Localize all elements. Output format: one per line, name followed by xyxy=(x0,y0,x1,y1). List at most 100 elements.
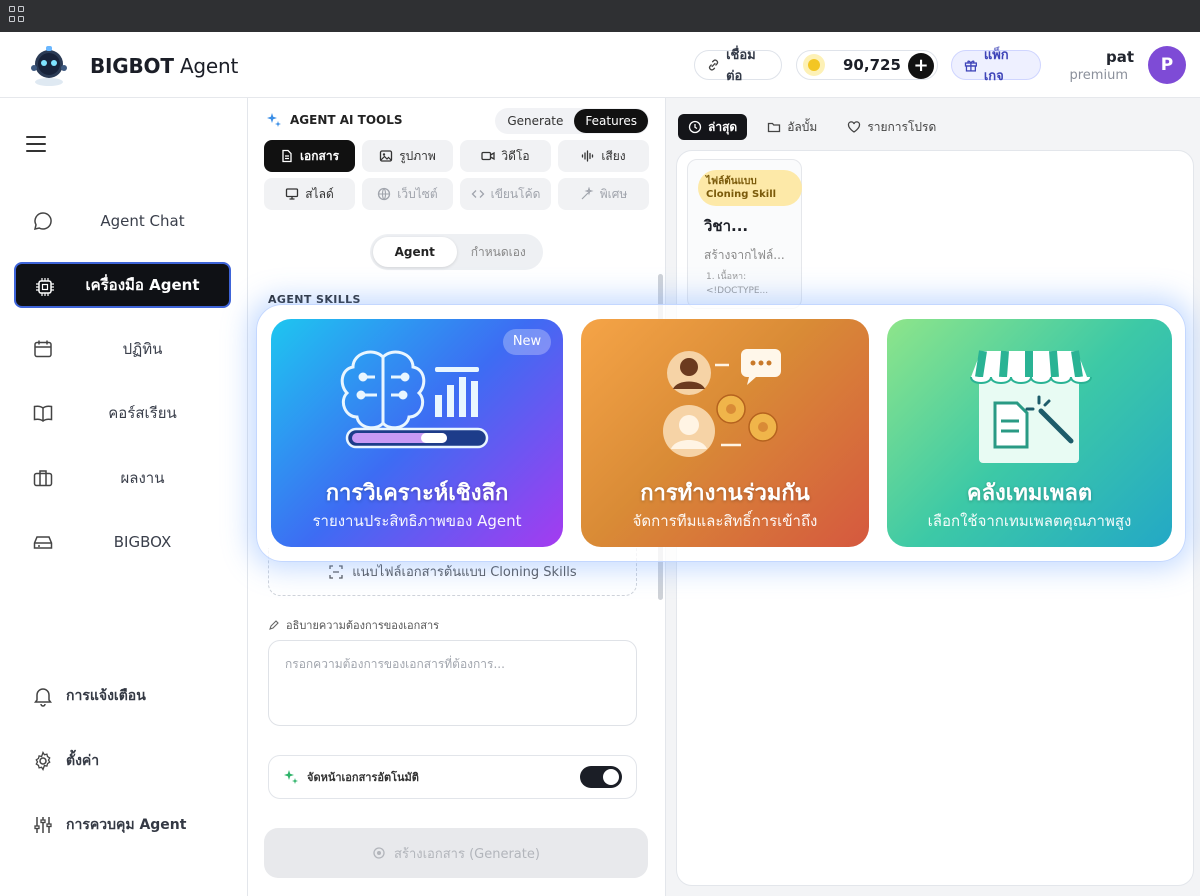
sidebar-item-label: ตั้งค่า xyxy=(66,753,100,769)
sidebar-item-agent-control[interactable]: การควบคุม Agent xyxy=(14,802,231,848)
tool-website-button[interactable]: เว็บไซต์ xyxy=(362,178,453,210)
clock-icon xyxy=(688,120,702,134)
gear-icon xyxy=(35,751,51,771)
tool-label: วิดีโอ xyxy=(501,148,530,163)
tools-title: AGENT AI TOOLS xyxy=(266,112,403,128)
magic-icon xyxy=(581,187,594,200)
sidebar-item-bigbox[interactable]: BIGBOX xyxy=(14,519,231,565)
feature-title: การทำงานร่วมกัน xyxy=(640,481,810,506)
tool-label: รูปภาพ xyxy=(399,148,436,163)
menu-icon[interactable] xyxy=(26,136,46,152)
image-icon xyxy=(380,150,393,162)
mode-custom[interactable]: กำหนดเอง xyxy=(457,237,541,267)
briefcase-icon xyxy=(33,470,53,487)
doc-title: วิชา... xyxy=(704,217,749,235)
tab-label: อัลบั้ม xyxy=(787,119,818,134)
doc-snippet-line: 1. เนื้อหา: xyxy=(706,272,747,282)
sidebar-item-agent-tools[interactable]: เครื่องมือ Agent xyxy=(14,262,231,308)
heart-icon xyxy=(848,121,861,133)
tool-label: เขียนโค้ด xyxy=(490,186,541,201)
feature-showcase-overlay: New การวิเคราะห์เชิงลึก รายงานประสิทธิภา… xyxy=(256,304,1186,562)
bigbot-logo xyxy=(31,46,67,86)
tool-audio-button[interactable]: เสียง xyxy=(558,140,649,172)
chip-icon xyxy=(36,278,54,296)
bell-icon xyxy=(34,688,52,707)
description-label-text: อธิบายความต้องการของเอกสาร xyxy=(286,619,440,632)
folder-icon xyxy=(768,122,781,133)
brain-analytics-icon xyxy=(340,350,489,449)
tab-album[interactable]: อัลบั้ม xyxy=(757,114,827,140)
package-label: แพ็กเกจ xyxy=(983,48,1009,84)
auto-layout-label: จัดหน้าเอกสารอัตโนมัติ xyxy=(307,771,419,784)
tool-code-button[interactable]: เขียนโค้ด xyxy=(460,178,551,210)
tab-recent[interactable]: ล่าสุด xyxy=(678,114,748,140)
sidebar-item-label: การควบคุม Agent xyxy=(66,817,187,833)
team-collaboration-icon xyxy=(663,349,781,457)
tool-label: เว็บไซต์ xyxy=(397,186,438,201)
package-button[interactable]: แพ็กเกจ xyxy=(951,48,1041,84)
feature-card-templates[interactable]: คลังเทมเพลต เลือกใช้จากเทมเพลตคุณภาพสูง xyxy=(887,319,1172,547)
link-icon xyxy=(708,59,719,71)
globe-icon xyxy=(378,187,391,201)
doc-subtitle: สร้างจากไฟล์... xyxy=(704,248,785,262)
avatar[interactable]: P xyxy=(1148,46,1186,84)
sidebar-item-label: ปฏิทิน xyxy=(122,340,163,358)
history-tabs: ล่าสุด อัลบั้ม รายการโปรด xyxy=(678,114,946,140)
user-name: pat xyxy=(1105,48,1134,66)
tool-label: พิเศษ xyxy=(599,186,628,201)
description-label: อธิบายความต้องการของเอกสาร xyxy=(268,616,439,634)
tab-label: ล่าสุด xyxy=(708,119,738,134)
feature-card-analytics[interactable]: New การวิเคราะห์เชิงลึก รายงานประสิทธิภา… xyxy=(271,319,563,547)
sidebar-item-courses[interactable]: คอร์สเรียน xyxy=(14,390,231,436)
sidebar-item-agent-chat[interactable]: Agent Chat xyxy=(14,198,231,244)
coin-icon xyxy=(803,54,825,76)
book-icon xyxy=(33,405,53,422)
sidebar: Agent Chat เครื่องมือ Agent ปฏิทิน คอร์ส… xyxy=(0,98,248,896)
sidebar-item-calendar[interactable]: ปฏิทิน xyxy=(14,326,231,372)
tool-image-button[interactable]: รูปภาพ xyxy=(362,140,453,172)
tab-features[interactable]: Features xyxy=(574,109,648,133)
mode-agent[interactable]: Agent xyxy=(373,237,457,267)
generate-features-toggle: Generate Features xyxy=(495,108,649,134)
tool-special-button[interactable]: พิเศษ xyxy=(558,178,649,210)
sidebar-item-label: การแจ้งเตือน xyxy=(66,688,146,704)
add-coins-button[interactable]: + xyxy=(908,53,934,79)
video-icon xyxy=(481,151,496,161)
feature-card-collaboration[interactable]: การทำงานร่วมกัน จัดการทีมและสิทธิ์การเข้… xyxy=(581,319,869,547)
tool-label: สไลด์ xyxy=(305,186,334,201)
calendar-icon xyxy=(34,340,52,358)
coin-balance: 90,725 + xyxy=(796,50,938,80)
tab-favorites[interactable]: รายการโปรด xyxy=(837,114,946,140)
sparkle-icon xyxy=(267,113,281,127)
sidebar-item-label: BIGBOX xyxy=(113,533,172,551)
tab-label: รายการโปรด xyxy=(867,119,937,134)
auto-layout-row: จัดหน้าเอกสารอัตโนมัติ xyxy=(268,755,637,799)
generate-label: สร้างเอกสาร (Generate) xyxy=(394,846,540,862)
connect-button[interactable]: เชื่อมต่อ xyxy=(694,48,782,84)
feature-subtitle: เลือกใช้จากเทมเพลตคุณภาพสูง xyxy=(927,512,1132,530)
tab-generate[interactable]: Generate xyxy=(496,109,574,133)
pen-icon xyxy=(269,620,279,630)
chat-icon xyxy=(33,212,52,231)
tool-video-button[interactable]: วิดีโอ xyxy=(460,140,551,172)
tool-label: เสียง xyxy=(601,148,626,163)
sidebar-item-settings[interactable]: ตั้งค่า xyxy=(14,738,231,784)
sidebar-item-works[interactable]: ผลงาน xyxy=(14,455,231,501)
app-grid-icon[interactable] xyxy=(9,6,25,22)
sidebar-item-notifications[interactable]: การแจ้งเตือน xyxy=(14,673,231,719)
auto-layout-toggle[interactable] xyxy=(580,766,622,788)
doc-snippet-line: <!DOCTYPE... xyxy=(706,286,769,296)
tool-slide-button[interactable]: สไลด์ xyxy=(264,178,355,210)
generate-document-button[interactable]: สร้างเอกสาร (Generate) xyxy=(264,828,648,878)
document-icon xyxy=(282,149,292,163)
description-textarea[interactable]: กรอกความต้องการของเอกสารที่ต้องการ... xyxy=(268,640,637,726)
user-plan: premium xyxy=(1069,68,1129,83)
generate-icon xyxy=(373,847,385,859)
template-store-icon xyxy=(970,350,1092,463)
slide-icon xyxy=(286,188,299,200)
history-document-card[interactable]: วิชา... ไฟล์ต้นแบบ Cloning Skill สร้างจา… xyxy=(687,159,802,309)
tool-document-button[interactable]: เอกสาร xyxy=(264,140,355,172)
tools-title-label: AGENT AI TOOLS xyxy=(290,113,403,127)
feature-subtitle: รายงานประสิทธิภาพของ Agent xyxy=(312,512,522,530)
brand-name: BIGBOT Agent xyxy=(90,54,239,78)
